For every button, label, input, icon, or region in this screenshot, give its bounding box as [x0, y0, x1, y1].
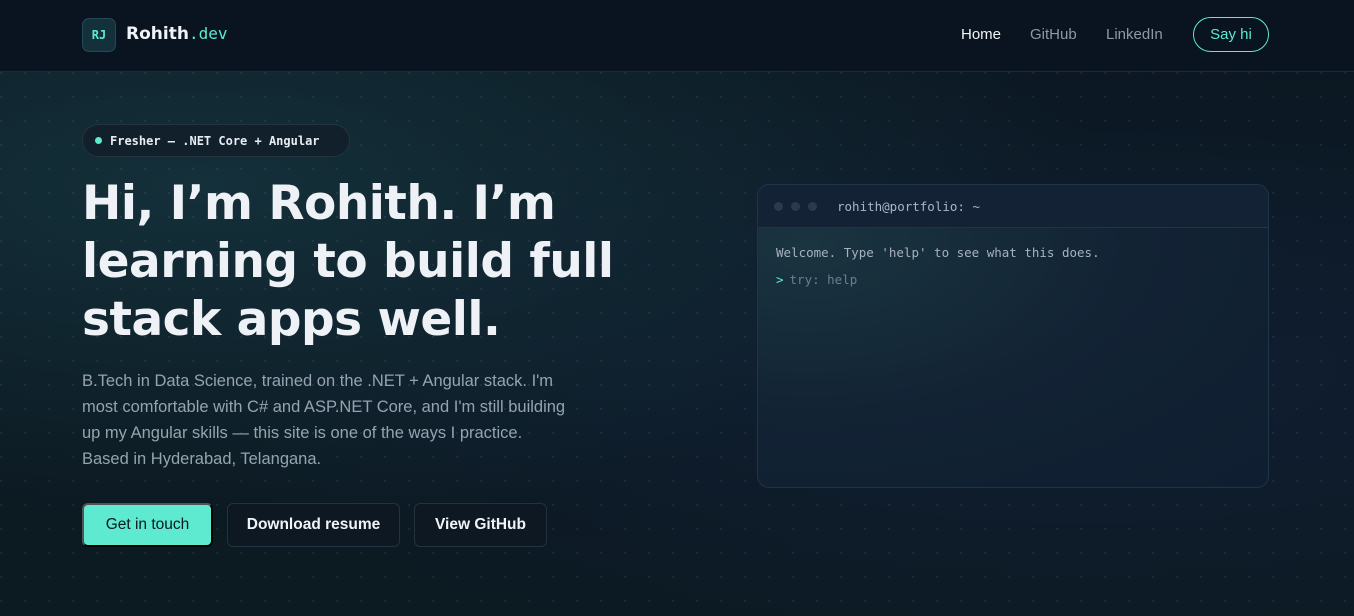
hero-headline: Hi, I’m Rohith. I’m learning to build fu…: [82, 176, 614, 347]
terminal-header: rohith@portfolio: ~: [758, 185, 1268, 228]
window-dot-icon: [774, 201, 783, 211]
status-badge: Fresher — .NET Core + Angular: [82, 124, 350, 157]
brand-name-text: Rohith: [126, 24, 189, 44]
hero-intro: B.Tech in Data Science, trained on the .…: [82, 372, 566, 468]
get-in-touch-button[interactable]: Get in touch: [82, 503, 213, 547]
nav-linkedin[interactable]: LinkedIn: [1106, 26, 1163, 43]
terminal-welcome: Welcome. Type 'help' to see what this do…: [776, 245, 1100, 260]
terminal-window[interactable]: rohith@portfolio: ~ Welcome. Type 'help'…: [757, 184, 1269, 488]
view-github-button[interactable]: View GitHub: [414, 503, 547, 547]
brand-tld: .dev: [188, 24, 228, 43]
download-resume-button[interactable]: Download resume: [227, 503, 400, 547]
terminal-input[interactable]: try: help: [790, 272, 858, 287]
nav-home[interactable]: Home: [961, 26, 1001, 43]
terminal-body: Welcome. Type 'help' to see what this do…: [758, 228, 1268, 316]
say-hi-button[interactable]: Say hi: [1193, 17, 1269, 52]
logo-badge[interactable]: RJ: [82, 18, 116, 52]
prompt-chevron-icon: >: [776, 272, 784, 287]
brand-name[interactable]: Rohith.dev: [126, 24, 227, 44]
terminal-input-line[interactable]: > try: help: [776, 272, 1250, 287]
status-badge-label: Fresher — .NET Core + Angular: [110, 133, 320, 148]
terminal-title: rohith@portfolio: ~: [837, 198, 980, 214]
window-dot-icon: [791, 201, 800, 211]
status-dot-icon: [95, 137, 102, 144]
window-dot-icon: [808, 201, 817, 211]
nav-github[interactable]: GitHub: [1030, 26, 1077, 43]
top-navbar: RJ Rohith.dev Home GitHub LinkedIn Say h…: [0, 0, 1354, 72]
